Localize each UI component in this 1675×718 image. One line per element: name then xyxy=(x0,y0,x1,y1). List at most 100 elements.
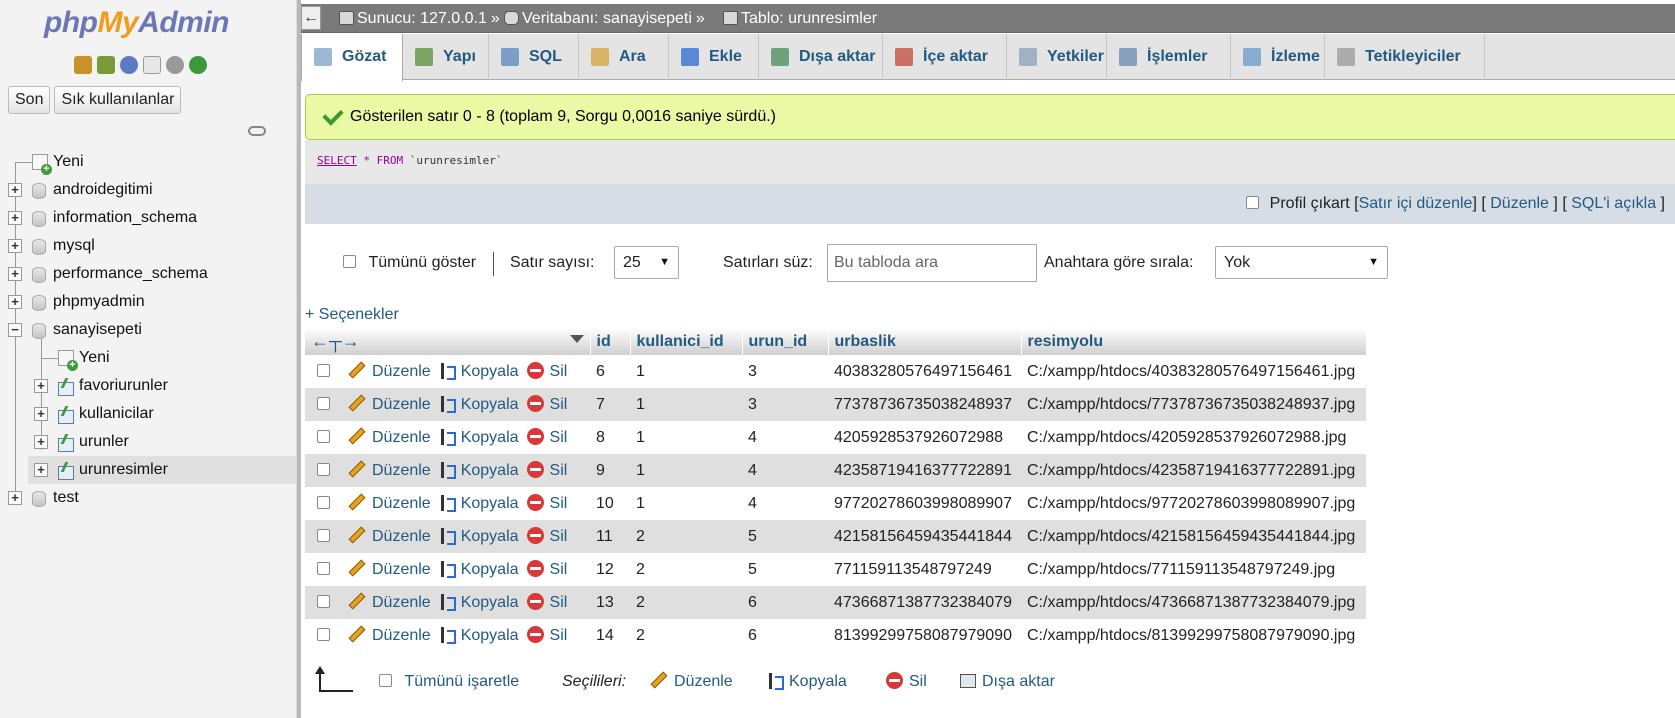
filter-rows-input[interactable]: Bu tabloda ara xyxy=(827,244,1037,282)
sort-menu-icon[interactable] xyxy=(569,331,584,349)
recent-button[interactable]: Son xyxy=(8,86,51,114)
tree-item-performance-schema[interactable]: + performance_schema xyxy=(0,260,296,288)
cell-urun-id[interactable]: 4 xyxy=(742,454,828,487)
cell-urbaslik[interactable]: 42158156459435441844 xyxy=(828,520,1021,553)
breadcrumb-table[interactable]: Tablo: urunresimler xyxy=(723,4,877,33)
row-checkbox[interactable] xyxy=(317,430,330,443)
cell-urun-id[interactable]: 4 xyxy=(742,487,828,520)
cell-urun-id[interactable]: 5 xyxy=(742,553,828,586)
check-all-checkbox[interactable] xyxy=(379,674,392,687)
column-header-urbaslik[interactable]: urbaslik xyxy=(828,328,1022,355)
cell-resimyolu[interactable]: C:/xampp/htdocs/77378736735038248937.jpg xyxy=(1021,388,1366,421)
row-copy-button[interactable]: Kopyala xyxy=(439,561,519,579)
row-delete-button[interactable]: Sil xyxy=(526,560,567,579)
link-with-main-icon[interactable] xyxy=(248,126,266,136)
inline-edit-link[interactable]: Satır içi düzenle xyxy=(1359,195,1473,212)
bulk-delete-button[interactable]: Sil xyxy=(886,668,927,696)
favorites-button[interactable]: Sık kullanılanlar xyxy=(54,86,182,114)
tree-item-yeni[interactable]: Yeni xyxy=(0,344,296,372)
cell-kullanici-id[interactable]: 2 xyxy=(630,553,742,586)
row-edit-button[interactable]: Düzenle xyxy=(348,592,431,612)
cell-id[interactable]: 12 xyxy=(590,553,630,586)
expand-icon[interactable]: + xyxy=(34,463,48,477)
row-copy-button[interactable]: Kopyala xyxy=(439,627,519,645)
cell-urun-id[interactable]: 3 xyxy=(742,388,828,421)
row-copy-button[interactable]: Kopyala xyxy=(439,528,519,546)
expand-icon[interactable]: − xyxy=(8,323,22,337)
tree-item-favoriurunler[interactable]: + favoriurunler xyxy=(0,372,296,400)
check-all-control[interactable]: Tümünü işaretle xyxy=(379,668,519,696)
docs-icon[interactable] xyxy=(143,56,161,74)
tab-privileges[interactable]: Yetkiler xyxy=(1007,34,1107,80)
cell-id[interactable]: 14 xyxy=(590,619,630,652)
tree-item-sanayisepeti[interactable]: − sanayisepeti xyxy=(0,316,296,344)
options-link[interactable]: + Seçenekler xyxy=(305,306,399,324)
cell-kullanici-id[interactable]: 1 xyxy=(630,355,742,388)
cell-urbaslik[interactable]: 47366871387732384079 xyxy=(828,586,1021,619)
expand-icon[interactable]: + xyxy=(8,267,22,281)
home-icon[interactable] xyxy=(74,56,92,74)
explain-sql-link[interactable]: SQL'i açıkla xyxy=(1571,195,1656,212)
column-header-resimyolu[interactable]: resimyolu xyxy=(1021,328,1367,355)
collapse-nav-button[interactable]: ← xyxy=(301,6,321,30)
bulk-export-button[interactable]: Dışa aktar xyxy=(960,668,1055,696)
tree-item-information-schema[interactable]: + information_schema xyxy=(0,204,296,232)
tree-item-yeni[interactable]: Yeni xyxy=(0,148,296,176)
bulk-copy-button[interactable]: Kopyala xyxy=(767,668,847,696)
cell-urun-id[interactable]: 5 xyxy=(742,520,828,553)
cell-kullanici-id[interactable]: 1 xyxy=(630,487,742,520)
cell-urbaslik[interactable]: 40383280576497156461 xyxy=(828,355,1021,388)
cell-kullanici-id[interactable]: 2 xyxy=(630,619,742,652)
cell-id[interactable]: 6 xyxy=(590,355,630,388)
tree-item-urunresimler[interactable]: + urunresimler xyxy=(28,456,296,484)
cell-kullanici-id[interactable]: 1 xyxy=(630,421,742,454)
cell-resimyolu[interactable]: C:/xampp/htdocs/771159113548797249.jpg xyxy=(1021,553,1366,586)
row-delete-button[interactable]: Sil xyxy=(526,395,567,414)
expand-icon[interactable]: + xyxy=(8,211,22,225)
cell-id[interactable]: 13 xyxy=(590,586,630,619)
tree-item-urunler[interactable]: + urunler xyxy=(0,428,296,456)
cell-id[interactable]: 10 xyxy=(590,487,630,520)
cell-urbaslik[interactable]: 42358719416377722891 xyxy=(828,454,1021,487)
tab-sql[interactable]: SQL xyxy=(489,34,579,80)
row-checkbox[interactable] xyxy=(317,595,330,608)
cell-kullanici-id[interactable]: 2 xyxy=(630,520,742,553)
row-copy-button[interactable]: Kopyala xyxy=(439,462,519,480)
cell-resimyolu[interactable]: C:/xampp/htdocs/47366871387732384079.jpg xyxy=(1021,586,1366,619)
cell-kullanici-id[interactable]: 1 xyxy=(630,388,742,421)
expand-icon[interactable]: + xyxy=(8,183,22,197)
cell-urun-id[interactable]: 6 xyxy=(742,619,828,652)
tab-export[interactable]: Dışa aktar xyxy=(759,34,883,80)
column-header-urun-id[interactable]: urun_id xyxy=(742,328,829,355)
tab-tracking[interactable]: İzleme xyxy=(1231,34,1325,80)
edit-query-link[interactable]: Düzenle xyxy=(1490,195,1549,212)
tree-item-androidegitimi[interactable]: + androidegitimi xyxy=(0,176,296,204)
show-all-checkbox[interactable] xyxy=(343,255,356,268)
settings-icon[interactable] xyxy=(166,56,184,74)
tab-search[interactable]: Ara xyxy=(579,34,669,80)
row-checkbox[interactable] xyxy=(317,529,330,542)
tree-item-kullanicilar[interactable]: + kullanicilar xyxy=(0,400,296,428)
row-count-select[interactable]: 25 ▼ xyxy=(614,246,679,279)
cell-id[interactable]: 9 xyxy=(590,454,630,487)
column-arrows-icon[interactable]: ←┬→ xyxy=(311,331,360,351)
nav-splitter[interactable] xyxy=(297,0,301,718)
tree-item-phpmyadmin[interactable]: + phpmyadmin xyxy=(0,288,296,316)
row-checkbox[interactable] xyxy=(317,628,330,641)
row-copy-button[interactable]: Kopyala xyxy=(439,363,519,381)
expand-icon[interactable]: + xyxy=(8,491,22,505)
cell-urun-id[interactable]: 4 xyxy=(742,421,828,454)
tab-insert[interactable]: Ekle xyxy=(669,34,759,80)
breadcrumb-server[interactable]: Sunucu: 127.0.0.1» xyxy=(339,4,504,33)
cell-urun-id[interactable]: 6 xyxy=(742,586,828,619)
profile-checkbox[interactable] xyxy=(1246,196,1260,209)
sort-by-key-select[interactable]: Yok ▼ xyxy=(1215,246,1388,279)
row-delete-button[interactable]: Sil xyxy=(526,593,567,612)
tab-browse[interactable]: Gözat xyxy=(301,34,403,81)
row-delete-button[interactable]: Sil xyxy=(526,626,567,645)
row-edit-button[interactable]: Düzenle xyxy=(348,427,431,447)
expand-icon[interactable]: + xyxy=(34,379,48,393)
logout-icon[interactable] xyxy=(97,56,115,74)
cell-urbaslik[interactable]: 97720278603998089907 xyxy=(828,487,1021,520)
cell-urun-id[interactable]: 3 xyxy=(742,355,828,388)
